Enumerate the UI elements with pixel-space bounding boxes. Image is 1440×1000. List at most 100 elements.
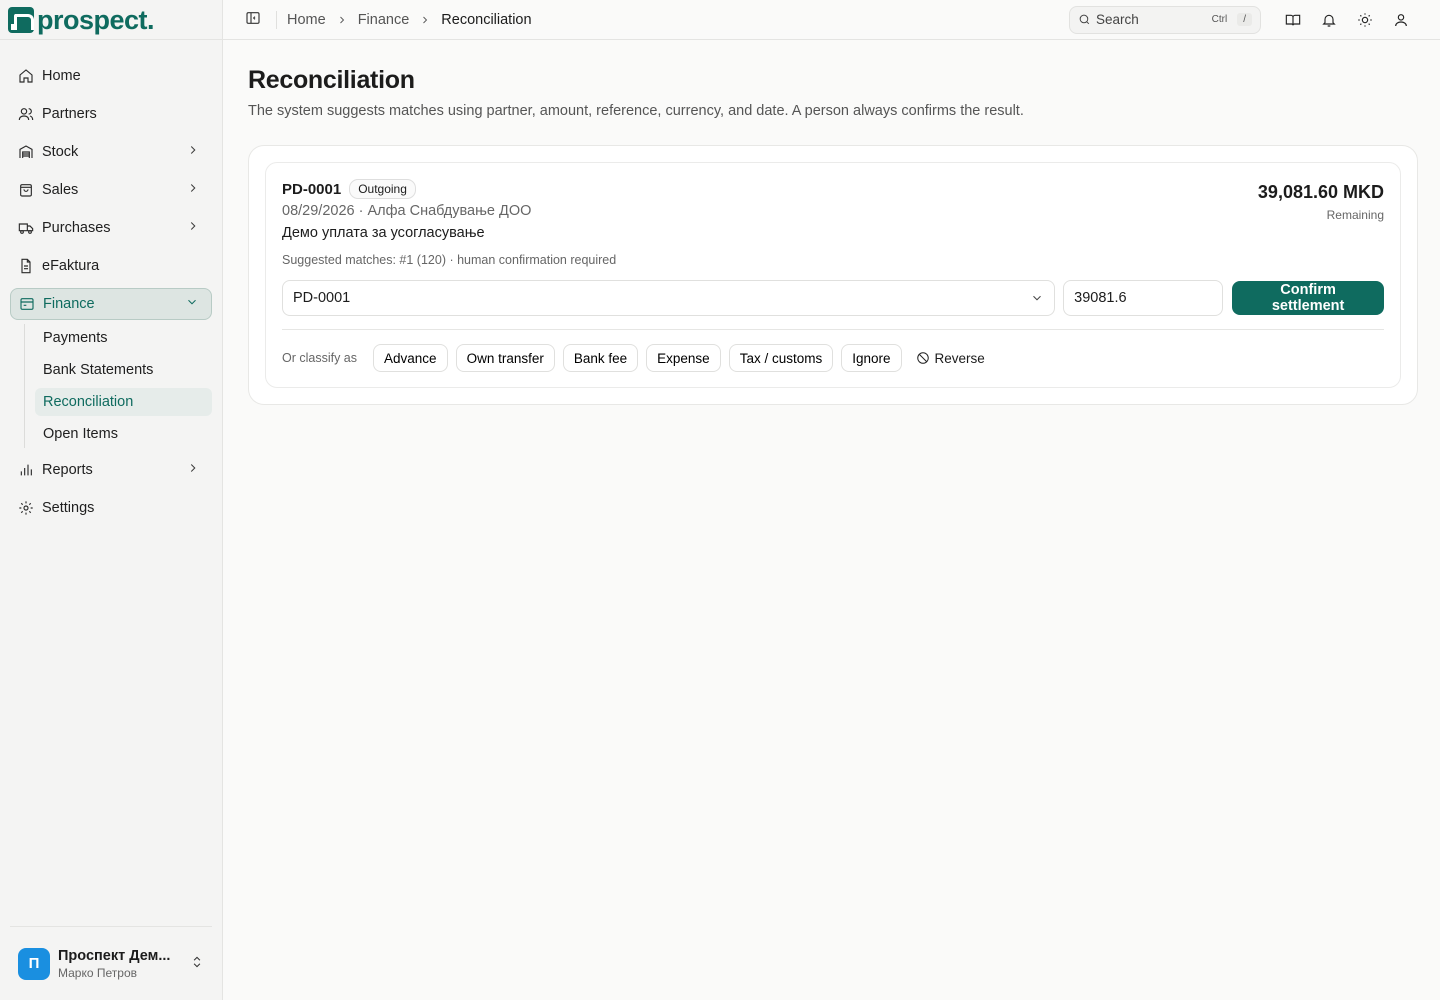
item-meta: 08/29/2026 · Алфа Снабдување ДОО xyxy=(282,203,532,219)
account-switcher[interactable]: П Проспект Дем... Марко Петров xyxy=(10,926,212,1000)
page-title: Reconciliation xyxy=(248,66,415,94)
divider xyxy=(276,10,277,29)
breadcrumb-finance[interactable]: Finance xyxy=(358,12,410,28)
sidebar-item-label: Partners xyxy=(42,106,97,122)
sidebar-item-efaktura[interactable]: eFaktura xyxy=(10,250,212,282)
logo[interactable]: prospect. xyxy=(0,0,222,40)
confirm-settlement-button[interactable]: Confirm settlement xyxy=(1232,281,1384,315)
match-select[interactable]: PD-0001 xyxy=(282,280,1056,316)
divider xyxy=(0,39,222,40)
bell-icon[interactable] xyxy=(1311,6,1347,34)
item-details: PD-0001 Outgoing 08/29/2026 · Алфа Снабд… xyxy=(282,179,531,241)
breadcrumb: Home Finance Reconciliation xyxy=(287,12,532,28)
amount-block: 39,081.60 MKD Remaining xyxy=(1258,179,1384,222)
reverse-button[interactable]: Reverse xyxy=(916,351,985,366)
shopping-bag-icon xyxy=(18,182,34,198)
sidebar-item-label: Settings xyxy=(42,500,95,516)
account-info: Проспект Дем... Марко Петров xyxy=(58,948,190,980)
match-select-value: PD-0001 xyxy=(293,290,351,306)
sidebar-item-reports[interactable]: Reports xyxy=(10,454,212,486)
classify-row: Or classify as Advance Own transfer Bank… xyxy=(282,344,1384,372)
shortcut-key: Ctrl xyxy=(1211,14,1228,25)
sidebar-item-settings[interactable]: Settings xyxy=(10,492,212,524)
classify-own-transfer-button[interactable]: Own transfer xyxy=(455,344,555,372)
classify-expense-button[interactable]: Expense xyxy=(646,344,721,372)
chevron-right-icon xyxy=(186,143,200,161)
user-icon[interactable] xyxy=(1383,6,1419,34)
sidebar-nav: Home Partners Stock Sales Purchases eFak… xyxy=(0,50,222,524)
classify-ignore-button[interactable]: Ignore xyxy=(841,344,902,372)
reconciliation-list: PD-0001 Outgoing 08/29/2026 · Алфа Снабд… xyxy=(248,145,1418,405)
main-area: Home Finance Reconciliation Search Ctrl … xyxy=(223,0,1440,1000)
item-memo: Демо уплата за усогласување xyxy=(282,225,485,241)
remaining-amount: 39,081.60 MKD xyxy=(1257,182,1384,202)
sidebar-item-stock[interactable]: Stock xyxy=(10,136,212,168)
sidebar-subitem-bank-statements[interactable]: Bank Statements xyxy=(35,356,212,384)
sidebar-toggle-icon[interactable] xyxy=(245,10,261,29)
sidebar-item-finance[interactable]: Finance xyxy=(10,288,212,320)
sidebar-item-label: eFaktura xyxy=(42,258,100,274)
shortcut-key: / xyxy=(1237,13,1252,26)
sidebar-subitem-open-items[interactable]: Open Items xyxy=(35,420,212,448)
company-name: Проспект Дем... xyxy=(58,947,171,964)
chevron-right-icon xyxy=(186,461,200,479)
home-icon xyxy=(18,68,34,84)
wallet-icon xyxy=(19,296,35,312)
sidebar-item-home[interactable]: Home xyxy=(10,60,212,92)
truck-icon xyxy=(18,220,34,236)
search-placeholder: Search xyxy=(1096,12,1139,27)
sidebar-item-label: Home xyxy=(42,68,81,84)
breadcrumb-current: Reconciliation xyxy=(441,11,532,28)
finance-subnav: Payments Bank Statements Reconciliation … xyxy=(24,324,212,448)
book-icon[interactable] xyxy=(1275,6,1311,34)
file-text-icon xyxy=(18,258,34,274)
sidebar-item-label: Stock xyxy=(42,144,79,160)
sidebar-item-label: Reports xyxy=(42,462,93,478)
sidebar-item-label: Sales xyxy=(42,182,79,198)
search-icon xyxy=(1079,14,1090,25)
breadcrumb-home[interactable]: Home xyxy=(287,12,326,28)
reverse-label: Reverse xyxy=(934,350,985,366)
user-name: Марко Петров xyxy=(58,965,137,980)
page-description: The system suggests matches using partne… xyxy=(248,103,1024,119)
gear-icon xyxy=(18,500,34,516)
settlement-row: PD-0001 Confirm settlement xyxy=(282,280,1384,330)
sidebar-item-label: Purchases xyxy=(42,220,111,236)
direction-badge: Outgoing xyxy=(349,179,416,199)
sidebar-subitem-reconciliation[interactable]: Reconciliation xyxy=(35,388,212,416)
ban-icon xyxy=(916,352,929,364)
remaining-caption: Remaining xyxy=(1326,208,1384,222)
sidebar-subitem-payments[interactable]: Payments xyxy=(35,324,212,352)
classify-tax-customs-button[interactable]: Tax / customs xyxy=(728,344,834,372)
topbar-actions: Search Ctrl / xyxy=(1069,5,1419,34)
sidebar-item-label: Finance xyxy=(43,296,95,312)
doc-id: PD-0001 xyxy=(282,180,342,198)
suggestion-text: Suggested matches: #1 (120) · human conf… xyxy=(282,253,617,267)
topbar: Home Finance Reconciliation Search Ctrl … xyxy=(223,0,1440,40)
chevron-right-icon xyxy=(336,14,348,26)
chevrons-up-down-icon xyxy=(190,955,204,972)
sidebar-item-purchases[interactable]: Purchases xyxy=(10,212,212,244)
sidebar-item-partners[interactable]: Partners xyxy=(10,98,212,130)
avatar: П xyxy=(18,947,50,980)
search-input[interactable]: Search Ctrl / xyxy=(1069,5,1261,34)
chevron-right-icon xyxy=(186,181,200,199)
bar-chart-icon xyxy=(18,462,34,478)
logo-mark-icon xyxy=(8,7,34,33)
warehouse-icon xyxy=(18,144,34,160)
classify-bank-fee-button[interactable]: Bank fee xyxy=(562,344,639,372)
page-content: Reconciliation The system suggests match… xyxy=(223,40,1440,405)
classify-advance-button[interactable]: Advance xyxy=(373,344,448,372)
chevron-down-icon xyxy=(1033,295,1042,301)
sun-icon[interactable] xyxy=(1347,6,1383,34)
classify-label: Or classify as xyxy=(282,351,358,365)
users-icon xyxy=(18,106,34,122)
settlement-amount-input[interactable] xyxy=(1063,280,1224,316)
sidebar: prospect. Home Partners Stock Sales Purc… xyxy=(0,0,223,1000)
reconciliation-item: PD-0001 Outgoing 08/29/2026 · Алфа Снабд… xyxy=(265,162,1401,388)
logo-text: prospect. xyxy=(37,4,155,35)
sidebar-item-sales[interactable]: Sales xyxy=(10,174,212,206)
item-header: PD-0001 Outgoing 08/29/2026 · Алфа Снабд… xyxy=(282,179,1384,241)
chevron-right-icon xyxy=(186,219,200,237)
chevron-right-icon xyxy=(419,14,431,26)
